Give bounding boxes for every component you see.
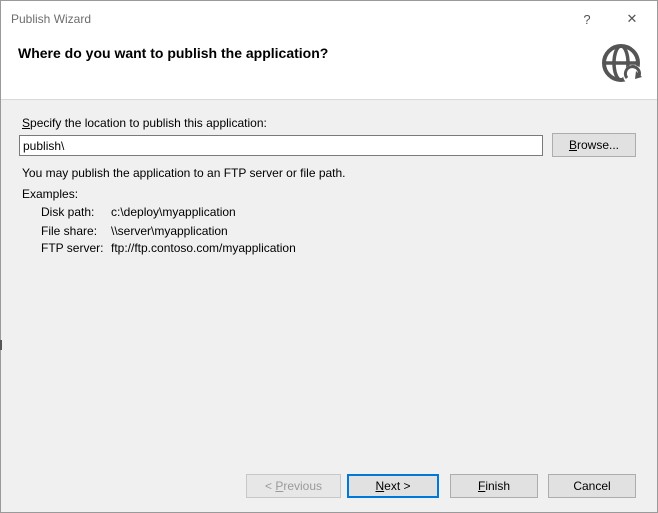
close-icon: ✕: [626, 11, 638, 26]
examples-heading: Examples:: [22, 187, 79, 201]
previous-accel: P: [275, 479, 284, 493]
example-value: \\server\myapplication: [111, 224, 228, 238]
publish-hint: You may publish the application to an FT…: [22, 166, 346, 180]
window-edge-marker: [0, 340, 2, 350]
finish-accel: F: [477, 479, 486, 493]
previous-button[interactable]: < Previous: [246, 474, 341, 498]
example-label: Disk path:: [41, 205, 95, 219]
globe-publish-icon: [602, 44, 643, 85]
page-title: Where do you want to publish the applica…: [18, 45, 329, 61]
next-button[interactable]: Next >: [347, 474, 439, 498]
browse-label: rowse...: [577, 138, 620, 152]
previous-label: revious: [283, 479, 323, 493]
window-title: Publish Wizard: [11, 12, 92, 26]
title-bar: Publish Wizard ? ✕: [1, 1, 657, 37]
cancel-label: Cancel: [573, 479, 611, 493]
location-prompt: Specify the location to publish this app…: [22, 116, 267, 130]
publish-wizard-window: Publish Wizard ? ✕ Where do you want to …: [0, 0, 658, 513]
location-prompt-accel: S: [22, 116, 31, 130]
example-value: ftp://ftp.contoso.com/myapplication: [111, 241, 296, 255]
wizard-header: Where do you want to publish the applica…: [1, 37, 657, 99]
example-label: FTP server:: [41, 241, 104, 255]
finish-label: inish: [485, 479, 511, 493]
finish-button[interactable]: Finish: [450, 474, 538, 498]
next-label: ext >: [384, 479, 411, 493]
header-divider: [1, 99, 657, 100]
location-prompt-text: pecify the location to publish this appl…: [30, 116, 267, 130]
help-button[interactable]: ?: [574, 9, 600, 29]
example-label: File share:: [41, 224, 98, 238]
next-accel: N: [375, 479, 385, 493]
help-icon: ?: [583, 11, 591, 27]
browse-button[interactable]: Browse...: [552, 133, 636, 157]
cancel-button[interactable]: Cancel: [548, 474, 636, 498]
browse-accel: B: [568, 138, 577, 152]
previous-arrow: <: [264, 479, 276, 493]
close-button[interactable]: ✕: [619, 9, 645, 29]
example-value: c:\deploy\myapplication: [111, 205, 236, 219]
publish-location-input[interactable]: [19, 135, 543, 156]
